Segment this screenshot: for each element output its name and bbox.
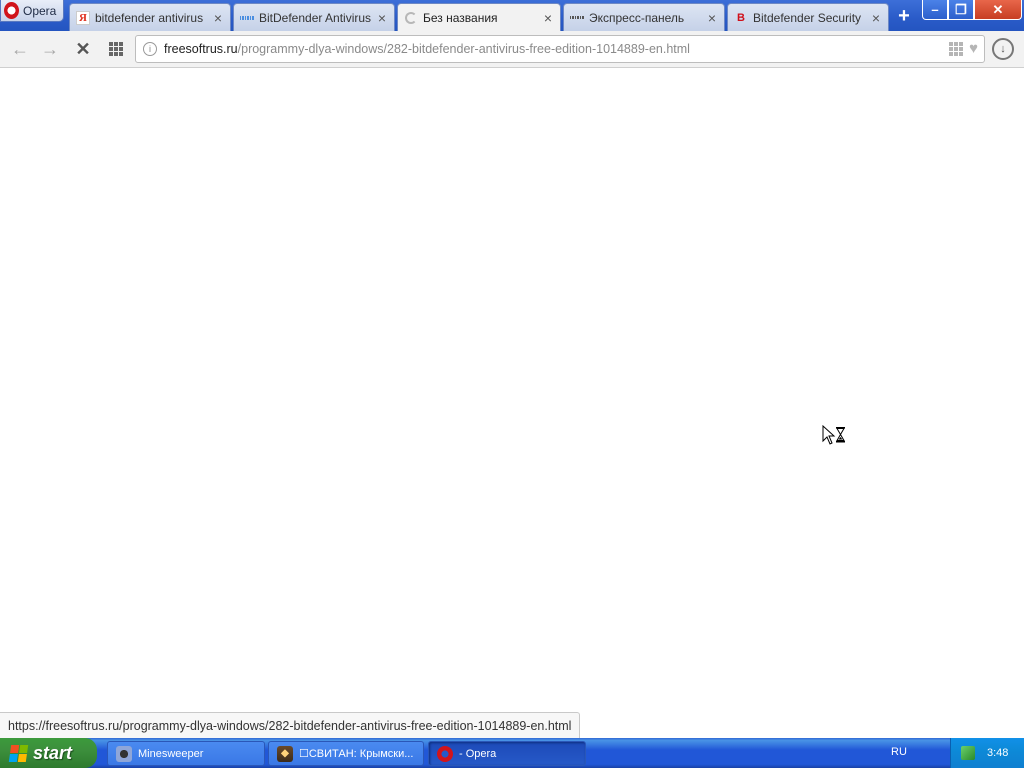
bitdefender-icon: B [737,11,745,24]
taskbar-item-label: ☐СВИТАН: Крымски... [299,748,414,760]
tab-close-icon[interactable]: × [212,11,224,25]
tab-bitdefender-security[interactable]: B Bitdefender Security × [727,3,889,31]
windows-taskbar: start Minesweeper ◆ ☐СВИТАН: Крымски... … [0,738,1024,768]
speed-dial-icon [109,42,123,56]
grid-favicon-icon [239,11,255,25]
tab-label: bitdefender antivirus [95,10,204,25]
new-tab-button[interactable]: + [892,6,916,28]
tab-close-icon[interactable]: × [542,11,554,25]
url-host: freesoftrus.ru [164,42,238,56]
stop-loading-button[interactable]: ✕ [71,38,95,60]
maximize-button[interactable]: ❐ [948,0,974,20]
tab-label: Bitdefender Security [753,10,862,25]
taskbar-item-minesweeper[interactable]: Minesweeper [107,741,265,766]
tab-bitdefender-search[interactable]: Я bitdefender antivirus × [69,3,231,31]
minimize-button[interactable]: – [922,0,948,20]
opera-menu-label: Opera [23,3,57,18]
tab-speed-dial[interactable]: Экспресс-панель × [563,3,725,31]
taskbar-item-svitan[interactable]: ◆ ☐СВИТАН: Крымски... [268,741,424,766]
tab-bitdefender-antivirus[interactable]: BitDefender Antivirus × [233,3,395,31]
tab-label: Экспресс-панель [589,10,685,25]
language-indicator[interactable]: RU [891,746,907,758]
opera-logo-icon [4,2,19,19]
system-tray: 3:48 [950,738,1024,768]
minesweeper-icon [116,745,132,762]
browser-titlebar: Opera Я bitdefender antivirus × BitDefen… [0,0,1024,32]
svitan-app-icon: ◆ [277,745,293,762]
start-button[interactable]: start [0,738,97,768]
taskbar-item-label: Minesweeper [138,747,204,760]
back-button[interactable]: ← [8,38,32,60]
network-tray-icon[interactable] [961,746,975,760]
status-url-tooltip: https://freesoftrus.ru/programmy-dlya-wi… [0,712,581,738]
taskbar-item-label: - Opera [459,747,497,760]
opera-menu-button[interactable]: Opera [0,0,64,22]
windows-logo-icon [8,744,29,762]
add-to-speed-dial-icon[interactable] [949,42,964,56]
tab-label: BitDefender Antivirus [259,10,371,25]
url-path: /programmy-dlya-windows/282-bitdefender-… [237,42,690,56]
start-label: start [33,742,73,763]
speed-dial-button[interactable] [104,38,128,60]
tab-close-icon[interactable]: × [706,11,718,25]
heart-icon[interactable]: ♥ [969,41,978,56]
tab-label: Без названия [423,11,498,25]
yandex-icon: Я [76,10,90,25]
browser-toolbar: ← → ✕ i freesoftrus.ru/programmy-dlya-wi… [0,31,1024,68]
tab-close-icon[interactable]: × [376,11,388,25]
site-info-icon[interactable]: i [143,42,157,56]
busy-cursor-icon [822,425,845,445]
forward-button[interactable]: → [38,38,62,60]
close-window-button[interactable]: ✕ [974,0,1022,20]
page-content [0,68,1024,738]
tab-untitled-active[interactable]: Без названия × [397,3,561,32]
address-url[interactable]: freesoftrus.ru/programmy-dlya-windows/28… [164,42,924,56]
loading-spinner-icon [404,11,418,25]
speed-dial-icon [569,11,585,25]
taskbar-item-opera[interactable]: - Opera [428,741,586,766]
tab-close-icon[interactable]: × [870,11,882,25]
opera-icon [437,745,453,762]
downloads-button[interactable]: ↓ [992,38,1014,60]
address-bar[interactable]: i freesoftrus.ru/programmy-dlya-windows/… [135,35,985,63]
clock[interactable]: 3:48 [987,747,1008,759]
